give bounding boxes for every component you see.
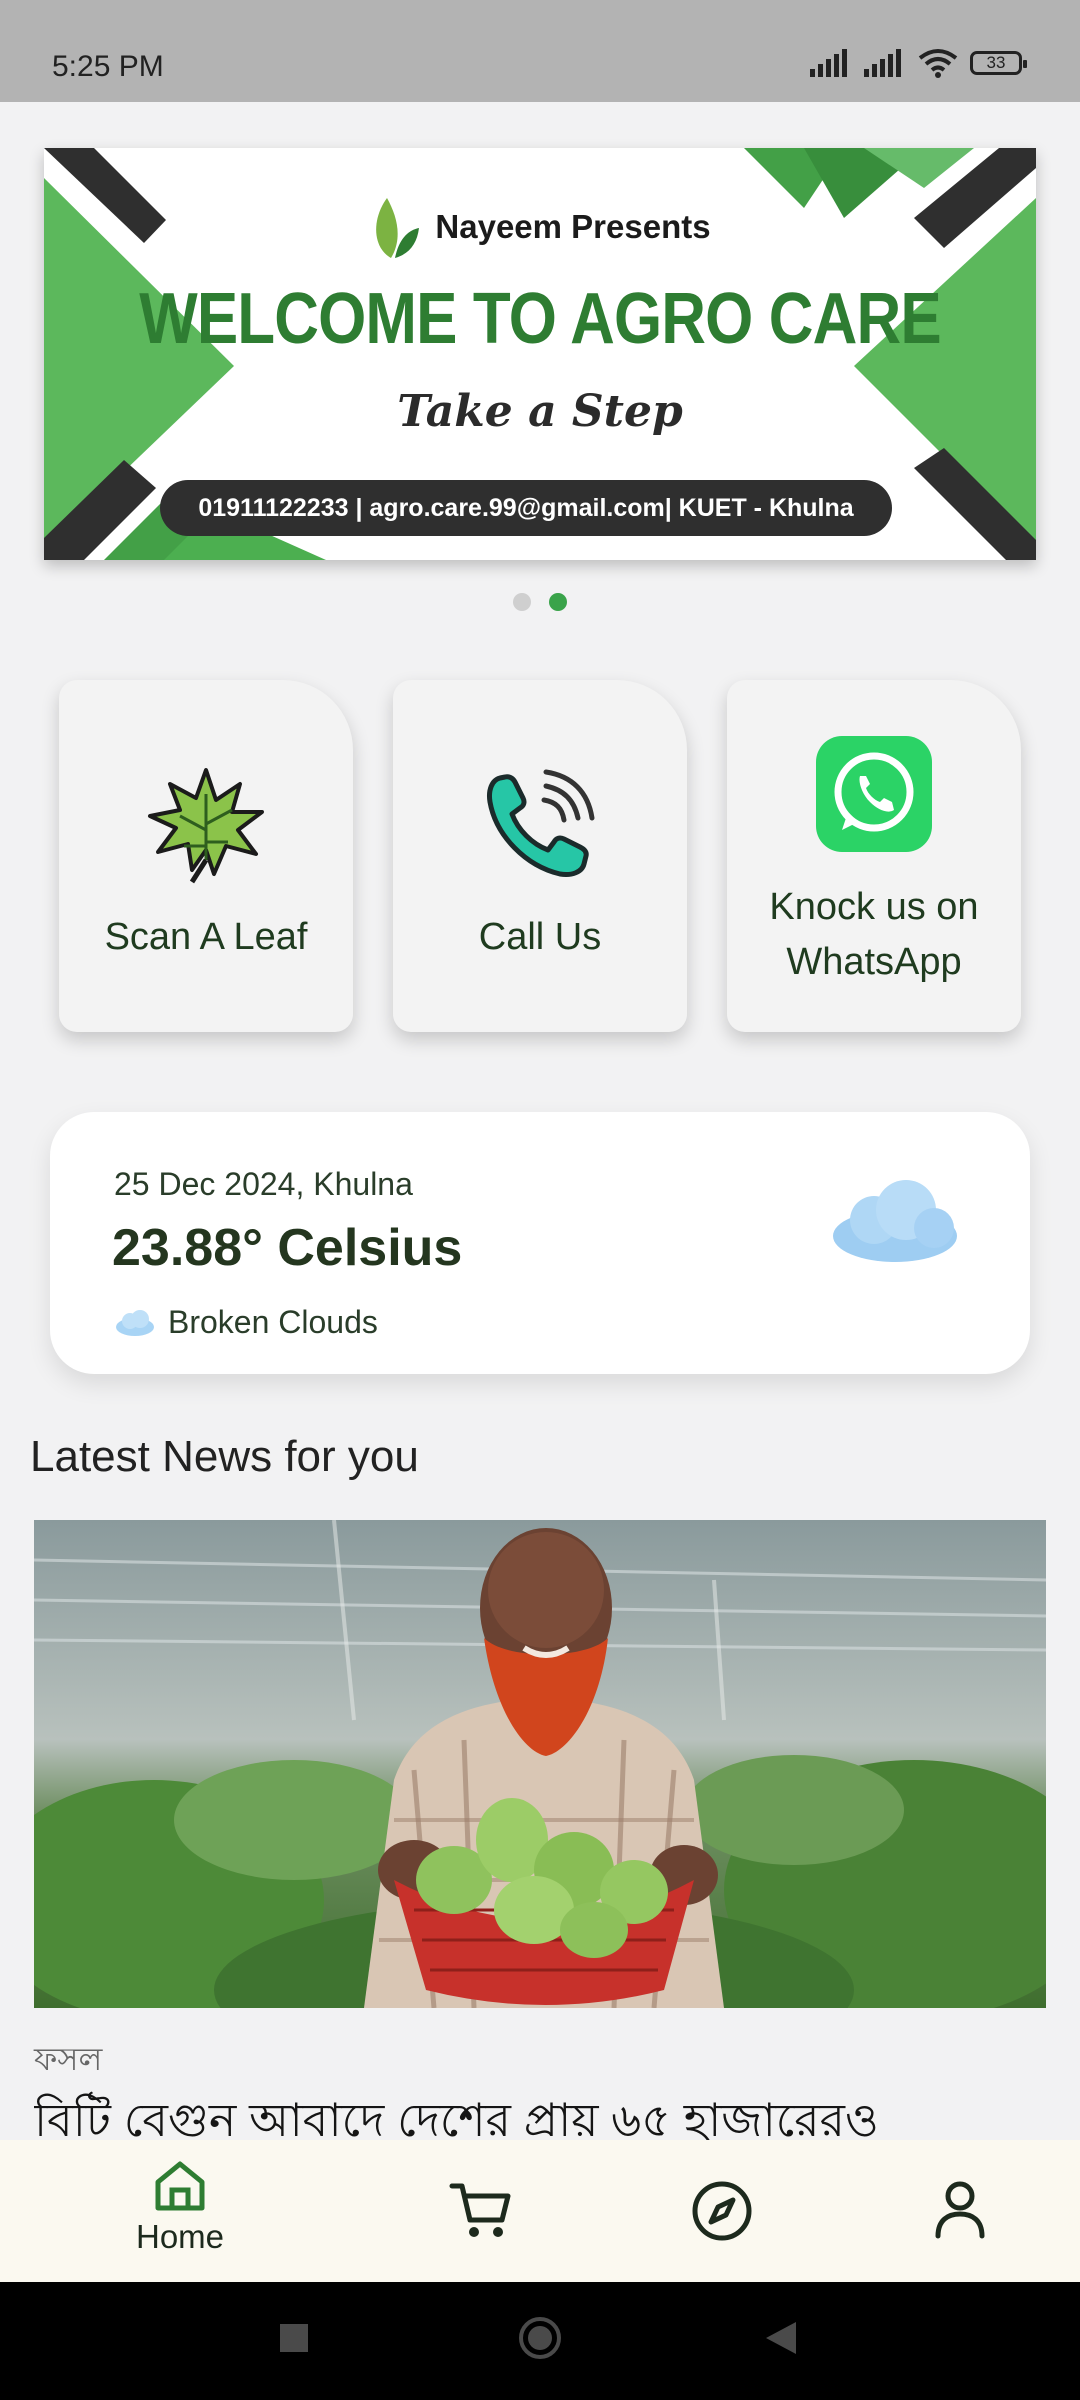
banner-tagline: Take a Step <box>397 386 683 437</box>
scan-leaf-card[interactable]: Scan A Leaf <box>59 680 353 1032</box>
nav-home[interactable]: Home <box>100 2158 260 2256</box>
weather-card[interactable]: 25 Dec 2024, Khulna 23.88° Celsius Broke… <box>50 1112 1030 1374</box>
banner-carousel[interactable]: Nayeem Presents WELCOME TO AGRO CARE Tak… <box>44 148 1036 560</box>
compass-icon <box>692 2181 752 2241</box>
nav-profile[interactable] <box>880 2180 1040 2240</box>
status-icons: 33 <box>810 48 1027 78</box>
whatsapp-label: Knock us on WhatsApp <box>727 880 1021 990</box>
news-photo <box>34 1520 1046 2008</box>
leaf-icon <box>148 768 264 884</box>
nav-cart[interactable] <box>400 2180 560 2242</box>
back-icon[interactable] <box>764 2320 798 2356</box>
status-time: 5:25 PM <box>52 50 164 83</box>
scan-leaf-label: Scan A Leaf <box>104 916 308 958</box>
home-icon <box>155 2161 205 2211</box>
phone-icon <box>487 769 595 877</box>
whatsapp-label-line1: Knock us on <box>769 886 979 928</box>
cloud-small-icon <box>116 1309 154 1336</box>
weather-temperature: 23.88° Celsius <box>112 1219 463 1277</box>
bottom-navigation: Home <box>0 2140 1080 2282</box>
banner-logo-row: Nayeem Presents <box>44 194 1036 260</box>
signal-icon <box>810 49 847 77</box>
news-title[interactable]: বিটি বেগুন আবাদে দেশের প্রায় ৬৫ হাজারের… <box>34 2086 1046 2140</box>
banner-presents: Nayeem Presents <box>435 208 711 245</box>
news-category: ফসল <box>34 2041 103 2077</box>
call-us-label: Call Us <box>478 916 602 958</box>
system-navigation-bar <box>0 2282 1080 2400</box>
banner-contact: 01911122233 | agro.care.99@gmail.com| KU… <box>160 480 892 536</box>
whatsapp-label-line2: WhatsApp <box>786 941 962 984</box>
cart-icon <box>449 2183 511 2237</box>
cloud-icon <box>833 1180 957 1262</box>
carousel-indicator <box>0 593 1080 611</box>
home-system-icon[interactable] <box>518 2316 562 2360</box>
signal-icon-2 <box>864 49 901 77</box>
weather-date-location: 25 Dec 2024, Khulna <box>114 1166 413 1202</box>
leaf-logo-icon <box>376 198 420 258</box>
whatsapp-icon <box>816 736 932 852</box>
weather-description: Broken Clouds <box>168 1304 378 1340</box>
battery-level: 33 <box>986 53 1006 72</box>
news-section-heading: Latest News for you <box>30 1432 419 1481</box>
profile-icon <box>935 2181 985 2239</box>
call-us-card[interactable]: Call Us <box>393 680 687 1032</box>
weather-description-row: Broken Clouds <box>114 1304 378 1341</box>
carousel-dot-active[interactable] <box>549 593 567 611</box>
recents-icon[interactable] <box>278 2322 310 2354</box>
status-bar: 5:25 PM 33 <box>0 0 1080 102</box>
nav-home-label: Home <box>135 2218 225 2255</box>
whatsapp-card[interactable]: Knock us on WhatsApp <box>727 680 1021 1032</box>
carousel-dot[interactable] <box>513 593 531 611</box>
nav-explore[interactable] <box>642 2180 802 2242</box>
battery-icon: 33 <box>970 51 1027 75</box>
wifi-icon <box>918 49 958 78</box>
banner-title: WELCOME TO AGRO CARE <box>139 279 941 359</box>
news-image[interactable] <box>34 1520 1046 2008</box>
